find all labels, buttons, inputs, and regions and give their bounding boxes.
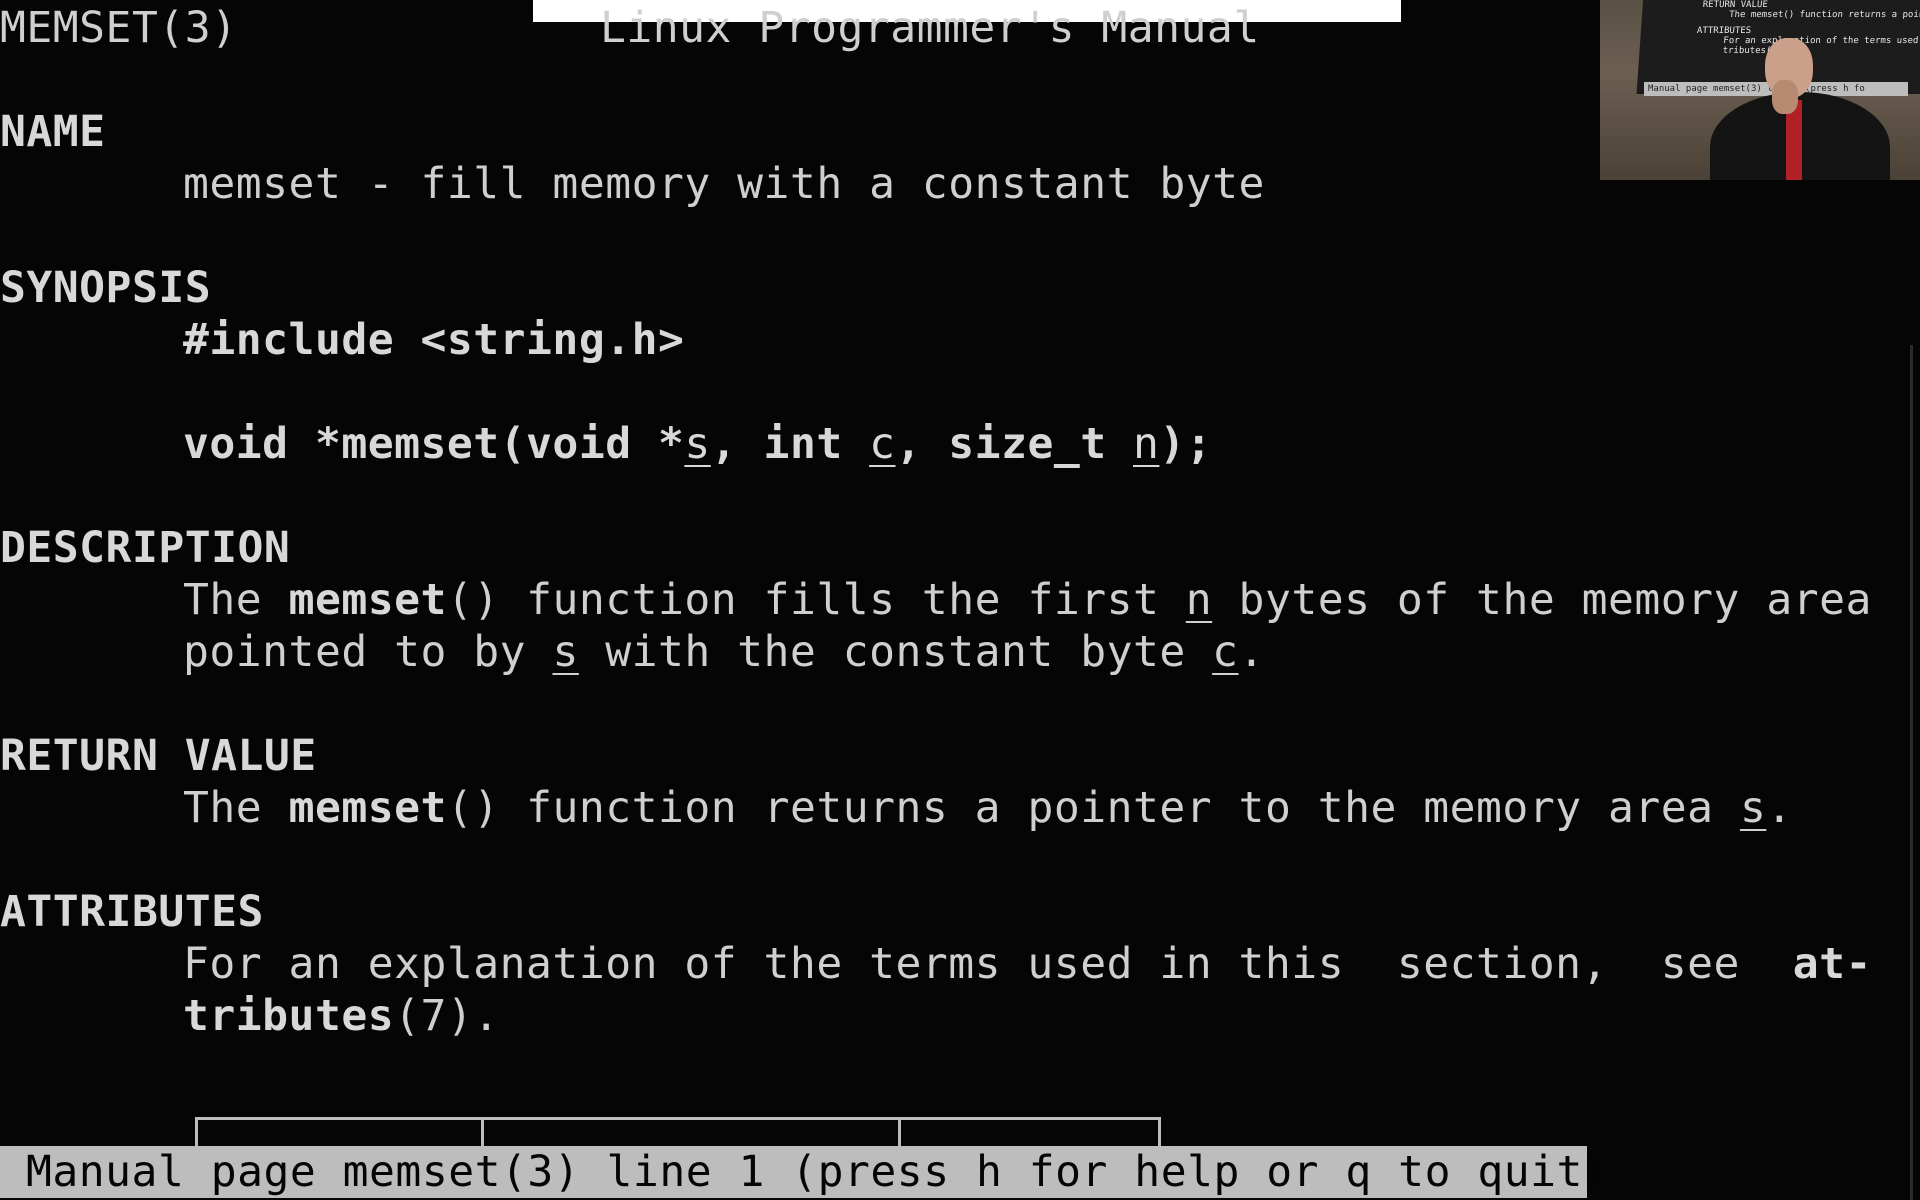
section-heading-return-value: RETURN VALUE [0, 731, 317, 781]
proto-part: void *memset(void * [183, 419, 685, 469]
attributes-table-cell [898, 1117, 1161, 1147]
text: bytes of the memory area [1212, 575, 1872, 625]
text: The [183, 575, 289, 625]
terminal-window[interactable]: MEMSET(3) Linux Programmer's Manual NAME… [0, 0, 1920, 1200]
attributes-line-2: tributes(7). [183, 990, 500, 1042]
section-heading-synopsis: SYNOPSIS [0, 263, 212, 313]
cross-ref: at- [1792, 939, 1872, 989]
synopsis-prototype: void *memset(void *s, int c, size_t n); [183, 418, 1212, 470]
man-header-left: MEMSET(3) [0, 3, 238, 53]
param-s: s [684, 419, 711, 469]
param-s: s [1739, 783, 1767, 833]
proto-part: , size_t [895, 419, 1134, 469]
param-s: s [552, 627, 579, 677]
proto-part: , int [710, 419, 870, 469]
pager-status-bar: Manual page memset(3) line 1 (press h fo… [0, 1146, 1609, 1198]
webcam-screen-text: ATTRIBUTES [1696, 26, 1752, 36]
webcam-screen-text: RETURN VALUE [1702, 0, 1769, 10]
section-heading-description: DESCRIPTION [0, 523, 291, 573]
text: The [183, 783, 289, 833]
return-value-text: The memset() function returns a pointer … [183, 782, 1793, 834]
scrollbar[interactable] [1910, 345, 1913, 1200]
cross-ref: tributes [183, 991, 395, 1041]
param-n: n [1133, 419, 1160, 469]
attributes-table-cell [481, 1117, 901, 1147]
param-c: c [869, 419, 896, 469]
text: pointed to by [183, 627, 553, 677]
webcam-screen-text: For an explanation of the terms used [1695, 36, 1919, 46]
text: (7). [394, 991, 500, 1041]
attributes-table-cell [195, 1117, 484, 1147]
webcam-overlay: RETURN VALUE The memset() function retur… [1600, 0, 1920, 180]
param-n: n [1185, 575, 1213, 625]
text: For an explanation of the terms used in … [183, 939, 1793, 989]
text: () function returns a pointer to the mem… [446, 783, 1740, 833]
text: with the constant byte [578, 627, 1213, 677]
section-heading-name: NAME [0, 107, 106, 157]
text: () function fills the first [446, 575, 1186, 625]
man-header-center: Linux Programmer's Manual [600, 3, 1260, 53]
text: . [1238, 627, 1265, 677]
function-name: memset [288, 783, 447, 833]
param-c: c [1212, 627, 1239, 677]
presenter-hand [1772, 80, 1798, 114]
description-line-1: The memset() function fills the first n … [183, 574, 1872, 626]
function-name: memset [288, 575, 447, 625]
attributes-line-1: For an explanation of the terms used in … [183, 938, 1872, 990]
name-description: memset - fill memory with a constant byt… [183, 159, 1265, 209]
synopsis-include: #include <string.h> [183, 315, 685, 365]
proto-part: ); [1159, 419, 1213, 469]
webcam-screen-text: The memset() function returns a pointer [1701, 10, 1920, 20]
section-heading-attributes: ATTRIBUTES [0, 887, 264, 937]
description-line-2: pointed to by s with the constant byte c… [183, 626, 1265, 678]
text: . [1766, 783, 1793, 833]
